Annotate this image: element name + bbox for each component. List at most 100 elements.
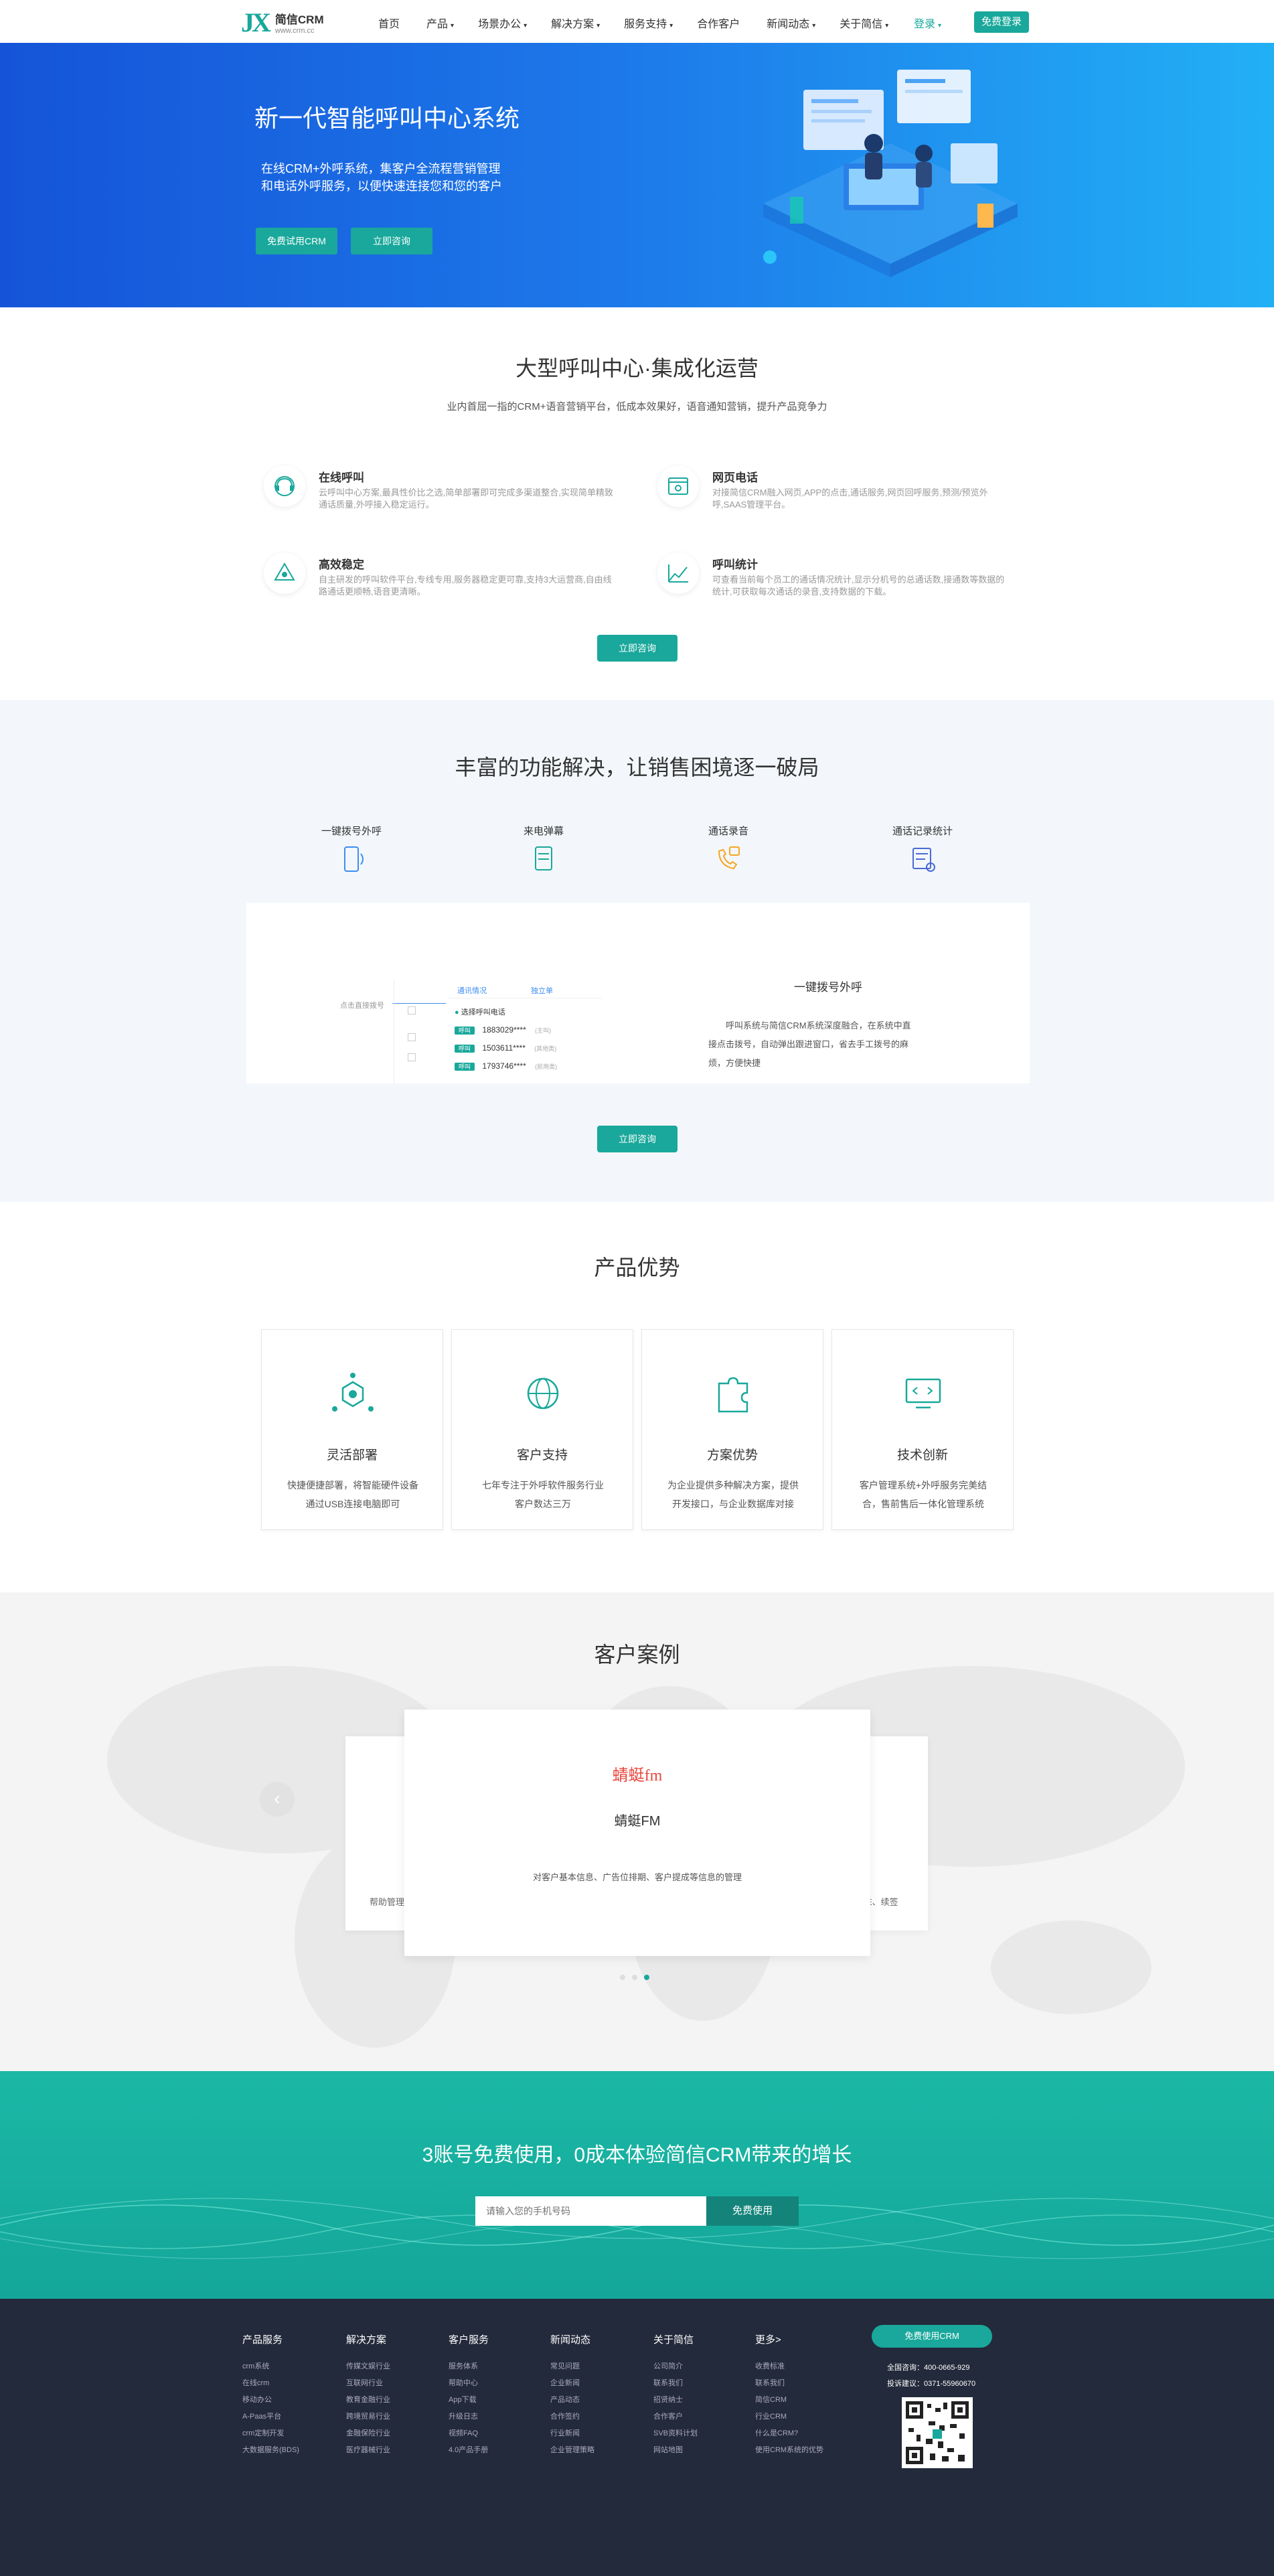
footer-free-crm-button[interactable]: 免费使用CRM xyxy=(872,2325,992,2348)
nav-item-about[interactable]: 关于简信 ▾ xyxy=(840,15,888,31)
checkbox[interactable] xyxy=(408,1053,416,1061)
footer-link[interactable]: 联系我们 xyxy=(755,2375,823,2392)
nav-item-solution[interactable]: 解决方案 ▾ xyxy=(551,15,600,31)
footer-link[interactable]: 跨境贸易行业 xyxy=(346,2409,390,2425)
footer-link[interactable]: 企业管理策略 xyxy=(550,2442,594,2459)
free-trial-button[interactable]: 免费试用CRM xyxy=(256,228,337,254)
checkbox[interactable] xyxy=(408,1033,416,1041)
nav-item-scenario[interactable]: 场景办公 ▾ xyxy=(478,15,527,31)
tab-call-stats[interactable]: 通话记录统计 xyxy=(842,824,1003,879)
footer-link[interactable]: crm定制开发 xyxy=(242,2425,299,2442)
footer-link[interactable]: 收费标准 xyxy=(755,2358,823,2375)
advantage-card: 灵活部署 快捷便捷部署，将智能硬件设备 通过USB连接电脑即可 xyxy=(261,1329,443,1530)
chevron-down-icon: ▾ xyxy=(524,22,528,29)
footer-link[interactable]: 简信CRM xyxy=(755,2392,823,2409)
footer-link[interactable]: 4.0产品手册 xyxy=(449,2442,489,2459)
section2-consult-button[interactable]: 立即咨询 xyxy=(597,635,678,662)
stats-icon xyxy=(912,848,935,872)
footer-link[interactable]: 视频FAQ xyxy=(449,2425,489,2442)
footer-link[interactable]: 使用CRM系统的优势 xyxy=(755,2442,823,2459)
advantage-card: 客户支持 七年专注于外呼软件服务行业 客户数达三万 xyxy=(451,1329,633,1530)
advantage-card: 技术创新 客户管理系统+外呼服务完美结 合，售前售后一体化管理系统 xyxy=(831,1329,1014,1530)
footer-link[interactable]: 合作签约 xyxy=(550,2409,594,2425)
logo-url: www.crm.cc xyxy=(274,27,315,35)
nav-item-product[interactable]: 产品 ▾ xyxy=(426,15,454,31)
footer-link[interactable]: 医疗器械行业 xyxy=(346,2442,390,2459)
card-title: 灵活部署 xyxy=(326,1448,378,1462)
login-link[interactable]: 登录 ▾ xyxy=(914,15,941,31)
globe-support-icon xyxy=(527,1377,559,1410)
hero-consult-button[interactable]: 立即咨询 xyxy=(351,228,432,254)
carousel-dot[interactable] xyxy=(632,1975,637,1980)
free-login-button[interactable]: 免费登录 xyxy=(974,11,1029,33)
section3-consult-button[interactable]: 立即咨询 xyxy=(597,1126,678,1152)
footer-link[interactable]: App下载 xyxy=(449,2392,489,2409)
card-desc: 七年专注于外呼软件服务行业 客户数达三万 xyxy=(482,1480,604,1509)
footer-link[interactable]: 常见问题 xyxy=(550,2358,594,2375)
feature-desc: 对接简信CRM融入网页,APP的点击,通话服务,网页回呼服务,预测/预览外呼,S… xyxy=(712,487,988,510)
chart-icon xyxy=(657,552,699,594)
card-desc: 为企业提供多种解决方案，提供 开发接口，与企业数据库对接 xyxy=(667,1480,799,1509)
footer-link[interactable]: 传媒文娱行业 xyxy=(346,2358,390,2375)
tab-one-click-dial[interactable]: 一键拨号外呼 xyxy=(271,824,432,879)
mock-table: 通讯情况 独立单 ● 选择呼叫电话 呼叫 1883029**** (主叫) 呼叫… xyxy=(394,980,602,1083)
checkbox[interactable] xyxy=(408,1006,416,1014)
feature-web-phone: 网页电话 对接简信CRM融入网页,APP的点击,通话服务,网页回呼服务,预测/预… xyxy=(657,465,1006,519)
mock-hint: 点击直接拨号 xyxy=(340,1002,384,1010)
mock-row: 呼叫 1793746**** (前用类) xyxy=(455,1061,595,1071)
cta-title: 3账号免费使用，0成本体验简信CRM带来的增长 xyxy=(422,2144,852,2166)
carousel-dot-active[interactable] xyxy=(644,1975,649,1980)
card-title: 客户支持 xyxy=(516,1448,568,1462)
footer-link[interactable]: 服务体系 xyxy=(449,2358,489,2375)
footer-col-service: 客户服务 服务体系 帮助中心 App下载 升级日志 视频FAQ 4.0产品手册 xyxy=(449,2332,489,2459)
hero-title: 新一代智能呼叫中心系统 xyxy=(254,104,520,132)
footer-link[interactable]: A-Paas平台 xyxy=(242,2409,299,2425)
puzzle-icon xyxy=(718,1377,748,1413)
footer-col-more: 更多> 收费标准 联系我们 简信CRM 行业CRM 什么是CRM? 使用CRM系… xyxy=(755,2332,823,2459)
chevron-down-icon: ▾ xyxy=(451,22,455,29)
nav-menu: 首页 产品 ▾ 场景办公 ▾ 解决方案 ▾ 服务支持 ▾ 合作客户 新闻动态 ▾ 关于简信… xyxy=(378,15,912,31)
footer-link[interactable]: 网站地图 xyxy=(653,2442,698,2459)
footer-link[interactable]: 什么是CRM? xyxy=(755,2425,823,2442)
free-use-button[interactable]: 免费使用 xyxy=(706,2196,799,2226)
carousel-dot[interactable] xyxy=(620,1975,625,1980)
phone-icon xyxy=(344,846,364,872)
feature-call-stats: 呼叫统计 可查看当前每个员工的通话情况统计,显示分机号的总通话数,接通数等数据的… xyxy=(657,552,1006,606)
footer-link[interactable]: 金融保险行业 xyxy=(346,2425,390,2442)
chevron-left-icon: ‹ xyxy=(274,1788,281,1809)
footer-link[interactable]: 在线crm xyxy=(242,2375,299,2392)
carousel-prev-button[interactable]: ‹ xyxy=(260,1782,295,1817)
customer-cases-section: 客户案例 帮助管理 E、续签 蜻蜓fm 蜻蜓FM 对客户基本信息、广告位排期、客… xyxy=(0,1592,1274,2071)
hero-banner: 新一代智能呼叫中心系统 在线CRM+外呼系统，集客户全流程营销管理 和电话外呼服务… xyxy=(0,43,1274,307)
footer-link[interactable]: 行业CRM xyxy=(755,2409,823,2425)
footer-link[interactable]: 产品动态 xyxy=(550,2392,594,2409)
nav-item-support[interactable]: 服务支持 ▾ xyxy=(624,15,673,31)
footer-link[interactable]: 帮助中心 xyxy=(449,2375,489,2392)
footer-link[interactable]: 合作客户 xyxy=(653,2409,698,2425)
footer-link[interactable]: 行业新闻 xyxy=(550,2425,594,2442)
footer-link[interactable]: 升级日志 xyxy=(449,2409,489,2425)
tab-incoming-popup[interactable]: 来电弹幕 xyxy=(463,824,624,879)
footer-link[interactable]: 互联网行业 xyxy=(346,2375,390,2392)
tab-call-recording[interactable]: 通话录音 xyxy=(648,824,809,879)
footer-link[interactable]: 移动办公 xyxy=(242,2392,299,2409)
footer-link[interactable]: 公司简介 xyxy=(653,2358,698,2375)
cta-section: 3账号免费使用，0成本体验简信CRM带来的增长 免费使用 xyxy=(0,2071,1274,2299)
footer-link[interactable]: 大数据服务(BDS) xyxy=(242,2442,299,2459)
nav-item-home[interactable]: 首页 xyxy=(378,15,402,31)
nav-item-news[interactable]: 新闻动态 ▾ xyxy=(767,15,815,31)
client-name: 蜻蜓FM xyxy=(614,1814,661,1829)
phone-input[interactable] xyxy=(475,2196,706,2226)
footer-link[interactable]: 企业新闻 xyxy=(550,2375,594,2392)
nav-item-partners[interactable]: 合作客户 xyxy=(697,15,742,31)
footer-link[interactable]: 招贤纳士 xyxy=(653,2392,698,2409)
call-center-illustration xyxy=(763,70,1018,277)
footer-link[interactable]: SVB资料计划 xyxy=(653,2425,698,2442)
qr-code xyxy=(902,2397,973,2468)
footer-link[interactable]: 联系我们 xyxy=(653,2375,698,2392)
footer-link[interactable]: 教育金融行业 xyxy=(346,2392,390,2409)
logo[interactable]: JX 简信CRM www.crm.cc xyxy=(241,7,324,38)
code-monitor-icon xyxy=(905,1378,941,1409)
logo-name: 简信CRM xyxy=(274,13,324,26)
footer-link[interactable]: crm系统 xyxy=(242,2358,299,2375)
